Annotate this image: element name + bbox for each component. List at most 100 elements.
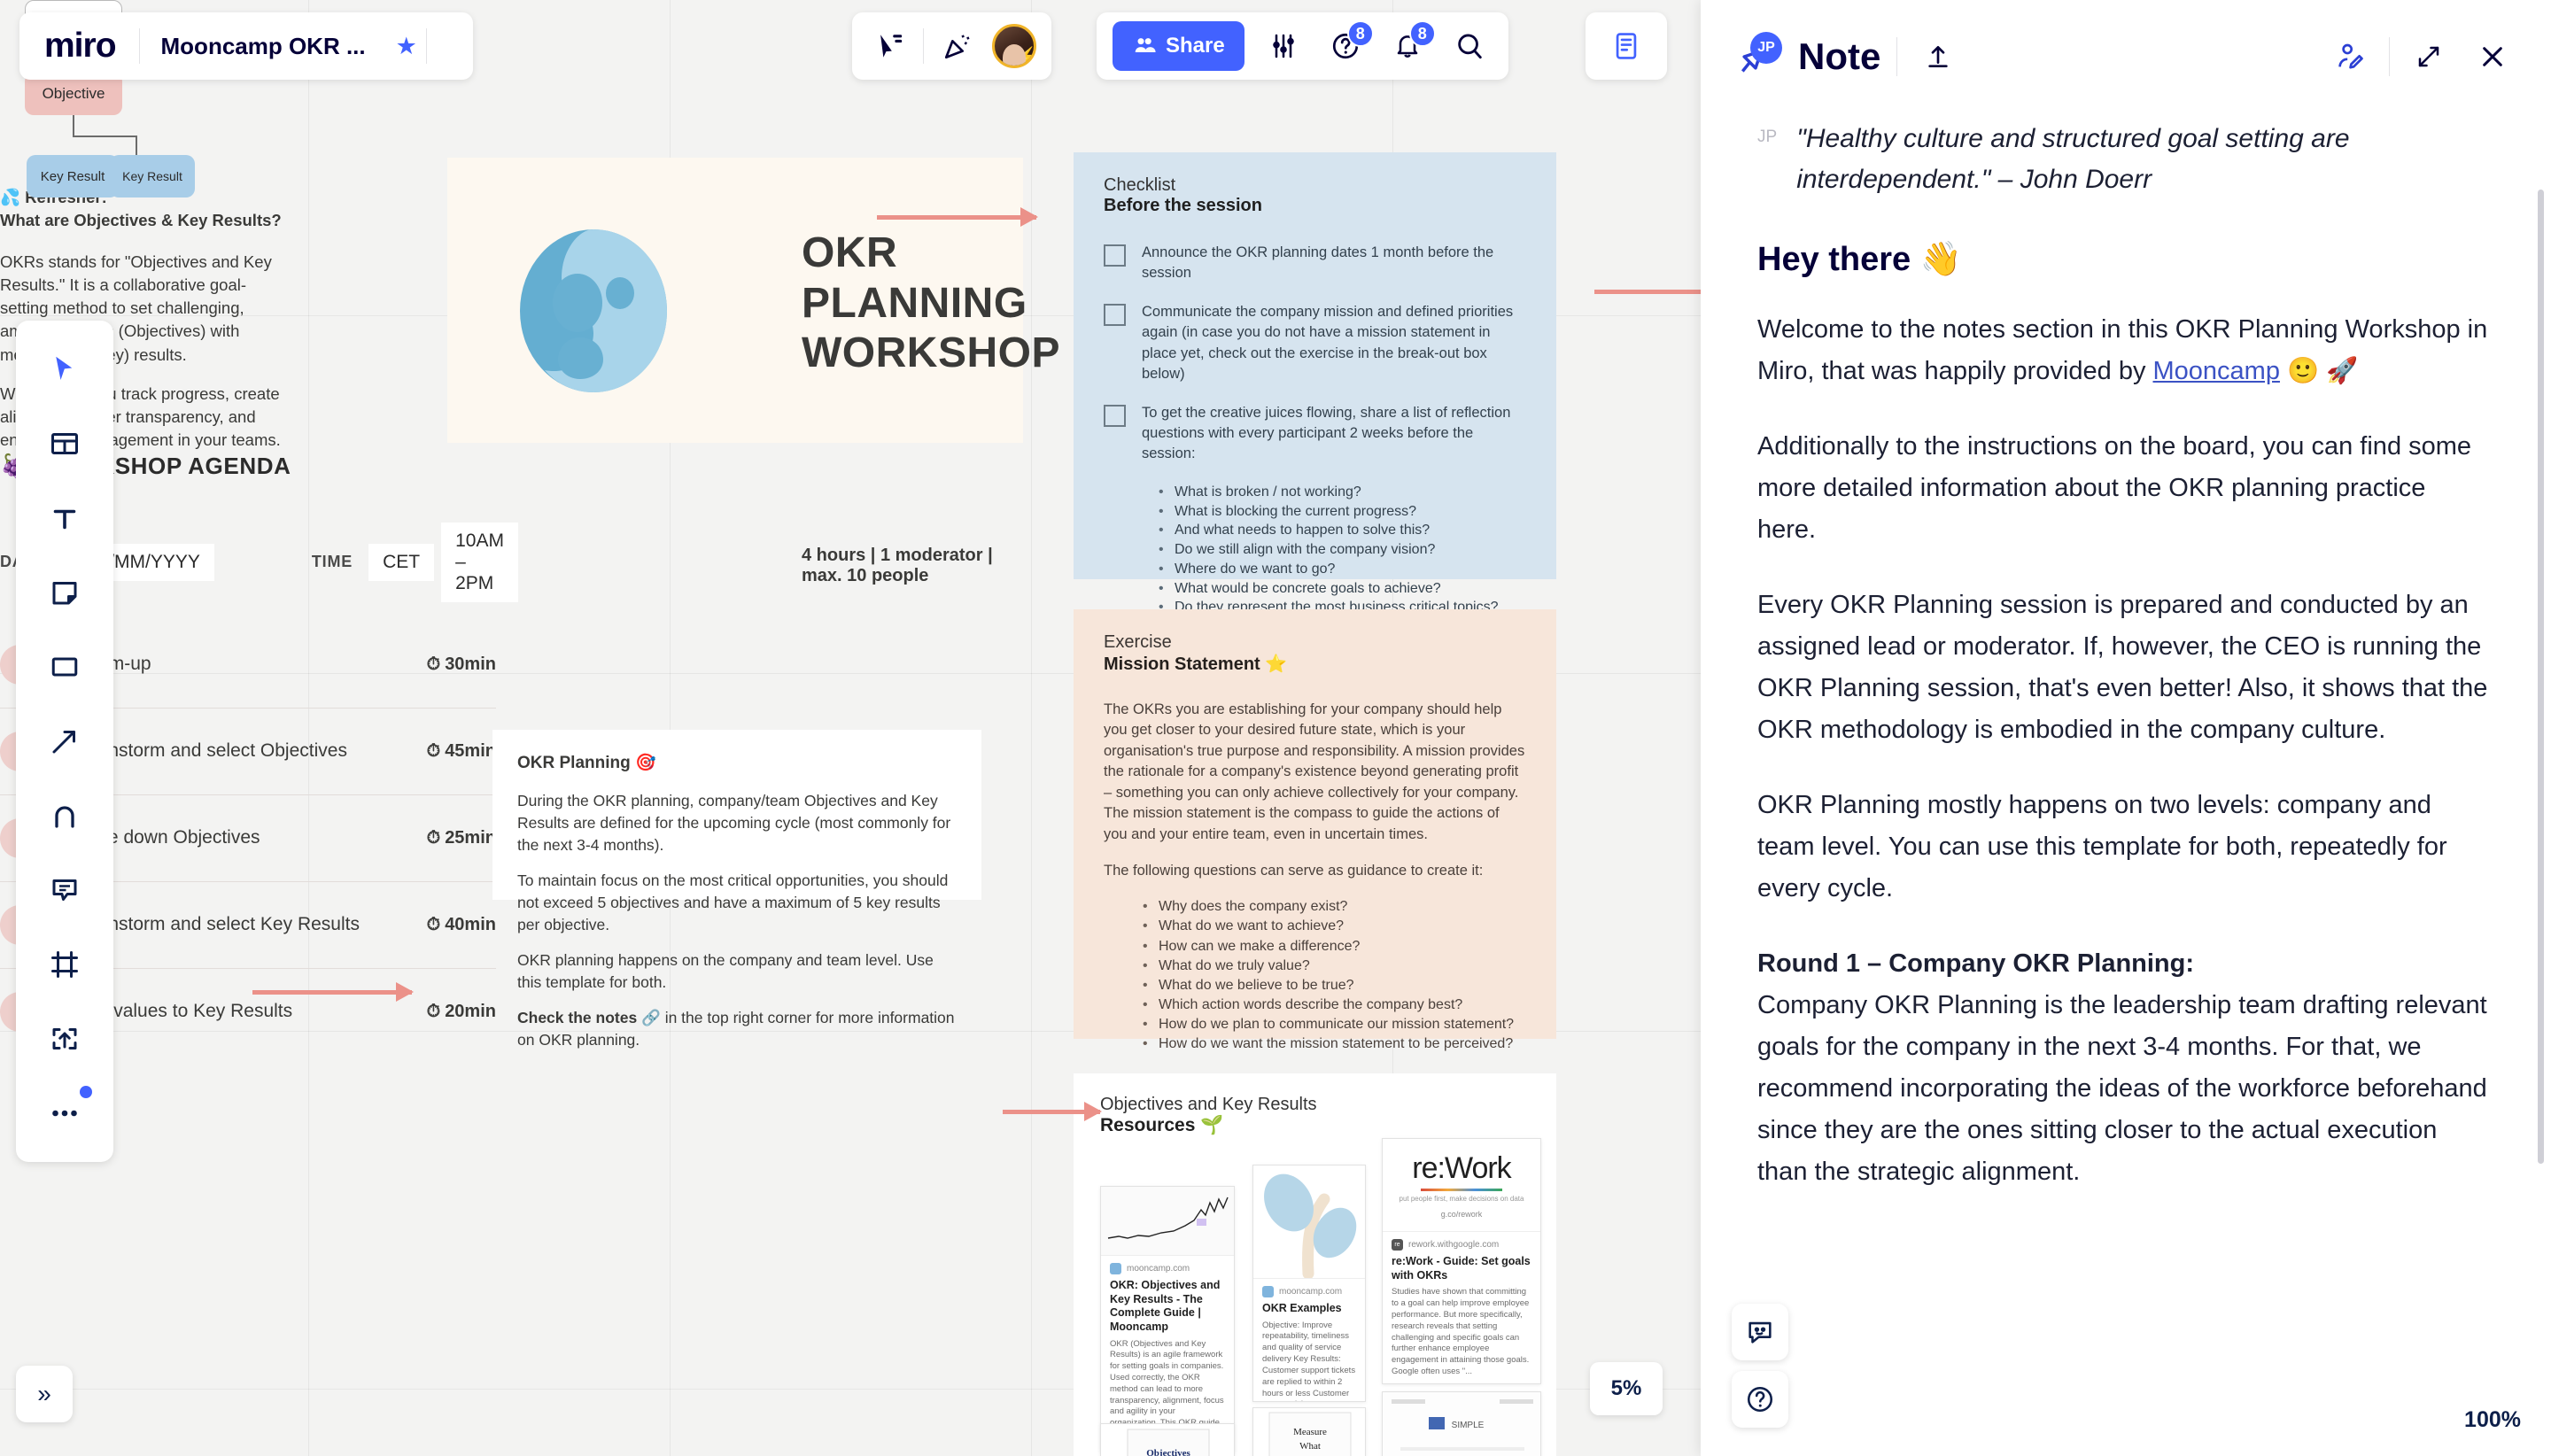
celebrate-icon[interactable]: [934, 23, 981, 69]
sticky-note-tool[interactable]: [30, 558, 99, 627]
expand-icon[interactable]: [2404, 32, 2454, 81]
note-round-body: Company OKR Planning is the leadership t…: [1757, 990, 2487, 1186]
rework-logo: re:Work: [1412, 1151, 1511, 1185]
resources-kicker: Objectives and Key Results: [1100, 1095, 1317, 1114]
hero-title: OKR PLANNING WORKSHOP: [802, 229, 1060, 377]
checkbox[interactable]: [1104, 404, 1126, 427]
miro-logo[interactable]: miro: [19, 27, 139, 66]
resource-card[interactable]: Measure What Matters John Doerr: [1252, 1407, 1366, 1456]
main-actions-group: Share 8 8: [1097, 12, 1508, 80]
okr-planning-p4-bold: Check the notes: [517, 1008, 638, 1026]
resource-desc: Objective: Improve repeatability, timeli…: [1262, 1320, 1356, 1401]
upload-box-icon[interactable]: [30, 1004, 99, 1073]
sliders-icon[interactable]: [1260, 23, 1307, 69]
text-tool[interactable]: [30, 484, 99, 553]
checklist-item[interactable]: To get the creative juices flowing, shar…: [1104, 403, 1526, 465]
list-item: What do we believe to be true?: [1143, 976, 1526, 995]
bolt-icon: ⚡: [1014, 47, 1036, 67]
note-panel: JP Note JP "Healthy culture and structur…: [1701, 0, 2551, 1456]
collapse-toolbar-button[interactable]: »: [16, 1366, 73, 1422]
cursor-group: ⚡: [852, 12, 1051, 80]
time-input[interactable]: 10AM – 2PM: [441, 522, 518, 602]
hero-card[interactable]: OKR PLANNING WORKSHOP 4 hours | 1 modera…: [447, 158, 1060, 585]
resource-thumbnail: SIMPLE: [1383, 1392, 1540, 1456]
note-panel-actions: [2325, 32, 2517, 81]
agenda-label: Brainstorm and select Objectives: [75, 740, 347, 762]
note-round-heading: Round 1 – Company OKR Planning:: [1757, 949, 2195, 978]
diagram-line: [73, 136, 136, 137]
exercise-p2: The following questions can serve as gui…: [1104, 862, 1484, 879]
upload-icon[interactable]: [427, 23, 473, 69]
resource-domain: mooncamp.com: [1262, 1286, 1356, 1297]
rework-underline: [1421, 1189, 1502, 1191]
timer-icon: ⏱: [426, 740, 441, 761]
connector-tool[interactable]: [30, 707, 99, 776]
resource-card[interactable]: SIMPLE: [1382, 1391, 1541, 1456]
checklist-item[interactable]: Announce the OKR planning dates 1 month …: [1104, 243, 1526, 284]
note-p1: Welcome to the notes section in this OKR…: [1757, 315, 2488, 386]
note-panel-body[interactable]: JP "Healthy culture and structured goal …: [1701, 113, 2551, 1456]
templates-tool[interactable]: [30, 409, 99, 478]
agenda-duration: ⏱ 40min: [426, 914, 496, 934]
star-icon[interactable]: ★: [387, 33, 426, 60]
frame-zoom-chip[interactable]: 5%: [1590, 1362, 1663, 1415]
okr-planning-card[interactable]: OKR Planning 🎯 During the OKR planning, …: [492, 730, 981, 1049]
checkbox[interactable]: [1104, 244, 1126, 267]
bell-icon[interactable]: 8: [1384, 20, 1436, 69]
diagram-node-key-result-1[interactable]: Key Result: [27, 155, 119, 197]
note-scrollbar[interactable]: [2538, 190, 2544, 1164]
exercise-card[interactable]: Exercise Mission Statement ⭐ The OKRs yo…: [1074, 609, 1556, 1131]
resource-card[interactable]: Objectives and Key Results: [1100, 1423, 1235, 1456]
frame-tool[interactable]: [30, 930, 99, 999]
timezone-input[interactable]: CET: [368, 543, 435, 581]
checklist-item[interactable]: Communicate the company mission and defi…: [1104, 302, 1526, 385]
comment-tool[interactable]: [30, 856, 99, 925]
help-circle-icon[interactable]: 8: [1322, 20, 1374, 69]
mooncamp-link[interactable]: Mooncamp: [2153, 357, 2280, 385]
okr-planning-p2: To maintain focus on the most critical o…: [517, 871, 949, 934]
list-item: Where do we want to go?: [1159, 560, 1526, 579]
refresher-subheading: What are Objectives & Key Results?: [0, 211, 282, 230]
resource-card[interactable]: mooncamp.com OKR: Objectives and Key Res…: [1100, 1186, 1235, 1452]
left-toolbar: [16, 321, 113, 1162]
annotation-arrow-note: [1594, 290, 1701, 294]
pin-icon[interactable]: JP: [1729, 30, 1782, 83]
avatar[interactable]: ⚡: [991, 23, 1037, 69]
diagram-line: [136, 136, 137, 155]
board-canvas[interactable]: OKR PLANNING WORKSHOP 4 hours | 1 modera…: [0, 0, 1701, 1456]
resources-card[interactable]: Objectives and Key Results Resources 🌱 m…: [1074, 1073, 1556, 1456]
resource-card[interactable]: re:Work put people first, make decisions…: [1382, 1138, 1541, 1384]
note-p4: OKR Planning mostly happens on two level…: [1757, 790, 2447, 902]
note-panel-title: Note: [1798, 35, 1881, 77]
diagram-node-key-result-2[interactable]: Key Result: [110, 155, 195, 197]
chat-smiley-icon[interactable]: [1732, 1304, 1788, 1360]
checklist-card[interactable]: Checklist Before the session Announce th…: [1074, 152, 1556, 655]
share-button[interactable]: Share: [1113, 21, 1244, 71]
hero-meta: 4 hours | 1 moderator | max. 10 people: [802, 546, 993, 585]
help-circle-icon[interactable]: [1732, 1371, 1788, 1428]
resource-thumbnail: [1101, 1187, 1234, 1256]
article-preview-icon: SIMPLE: [1392, 1399, 1533, 1451]
notes-panel-icon[interactable]: [1603, 23, 1649, 69]
pen-tool[interactable]: [30, 781, 99, 850]
favicon-icon: [1262, 1286, 1274, 1297]
select-tool[interactable]: [30, 335, 99, 404]
checklist-title: Before the session: [1104, 196, 1262, 215]
author-edit-icon[interactable]: [2325, 32, 2375, 81]
resource-card[interactable]: mooncamp.com OKR Examples Objective: Imp…: [1252, 1165, 1366, 1402]
agenda-duration: ⏱ 45min: [426, 740, 496, 761]
cursor-select-icon[interactable]: [866, 23, 912, 69]
notes-group: [1586, 12, 1667, 80]
upload-icon[interactable]: [1913, 32, 1963, 81]
svg-text:SIMPLE: SIMPLE: [1452, 1421, 1485, 1430]
close-icon[interactable]: [2468, 32, 2517, 81]
checkbox[interactable]: [1104, 303, 1126, 326]
list-item: What is broken / not working?: [1159, 483, 1526, 502]
favicon-icon: re: [1392, 1239, 1403, 1251]
rework-url: g.co/rework: [1440, 1210, 1483, 1219]
shape-tool[interactable]: [30, 632, 99, 701]
search-icon[interactable]: [1446, 23, 1493, 69]
more-tools[interactable]: [30, 1079, 99, 1148]
board-title[interactable]: Mooncamp OKR ...: [140, 33, 387, 60]
book-cover-icon: Objectives and Key Results: [1127, 1429, 1210, 1456]
